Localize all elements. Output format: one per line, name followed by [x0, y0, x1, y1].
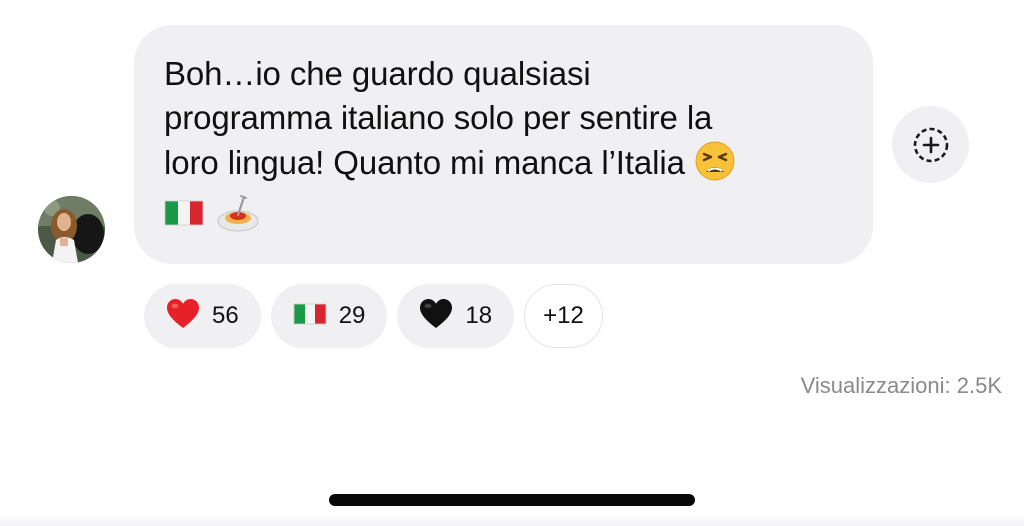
add-reaction-icon	[913, 127, 948, 162]
avatar[interactable]	[38, 196, 105, 263]
more-reactions-button[interactable]: +12	[524, 284, 603, 348]
message-line-2: programma italiano solo per sentire la	[164, 99, 713, 136]
reaction-count: 29	[338, 302, 366, 329]
reaction-chip-red-heart[interactable]: 56	[144, 284, 261, 348]
more-reactions-count: +12	[543, 302, 584, 329]
message-screen: Boh…io che guardo qualsiasi programma ita…	[0, 0, 1024, 526]
reaction-count: 56	[212, 302, 239, 329]
tired-face-emoji	[694, 140, 736, 193]
reactions-row: 56 29 18 +12	[144, 284, 603, 348]
message-line-3: loro lingua! Quanto mi manca l’Italia	[164, 144, 685, 181]
bottom-edge	[0, 514, 1024, 526]
home-indicator[interactable]	[329, 494, 695, 506]
add-reaction-button[interactable]	[892, 106, 969, 183]
red-heart-emoji	[166, 298, 200, 335]
italy-flag-emoji	[293, 301, 327, 332]
reaction-count: 18	[465, 302, 493, 329]
message-text: Boh…io che guardo qualsiasi programma ita…	[164, 52, 843, 193]
reaction-chip-italy-flag[interactable]: 29	[270, 284, 388, 348]
italy-flag-emoji	[164, 198, 204, 233]
black-heart-emoji	[419, 298, 453, 335]
message-bubble[interactable]: Boh…io che guardo qualsiasi programma ita…	[134, 25, 873, 264]
message-line-1: Boh…io che guardo qualsiasi	[164, 55, 591, 92]
views-count: Visualizzazioni: 2.5K	[800, 373, 1002, 398]
reaction-chip-black-heart[interactable]: 18	[397, 284, 515, 348]
spaghetti-emoji	[216, 193, 260, 238]
trailing-emojis	[164, 193, 843, 237]
